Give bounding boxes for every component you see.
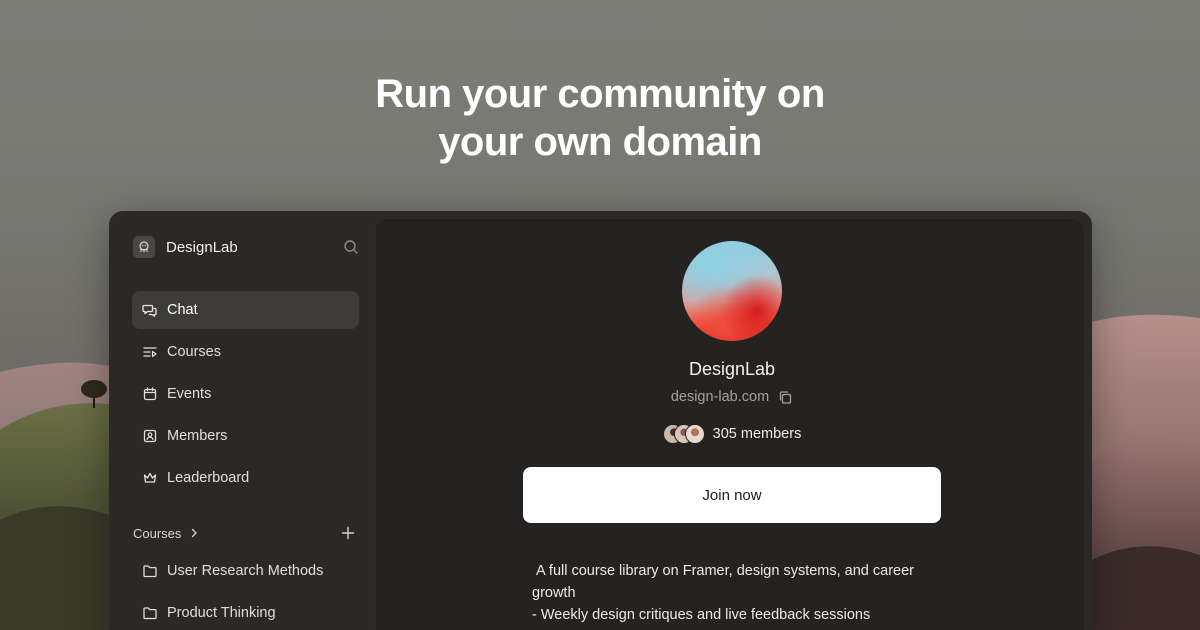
sidebar-item-leaderboard[interactable]: Leaderboard xyxy=(132,459,359,497)
brand-name: DesignLab xyxy=(166,238,238,256)
community-domain[interactable]: design-lab.com xyxy=(671,389,769,405)
sidebar-item-events[interactable]: Events xyxy=(132,375,359,413)
community-panel: DesignLab design-lab.com 305 members Joi… xyxy=(375,218,1085,630)
sidebar-item-label: Events xyxy=(167,386,212,402)
search-icon[interactable] xyxy=(343,239,359,255)
courses-section-header: Courses xyxy=(133,523,355,543)
sidebar-item-chat[interactable]: Chat xyxy=(132,291,359,329)
copy-icon[interactable] xyxy=(778,390,793,405)
sidebar-item-label: Leaderboard xyxy=(167,470,250,486)
plus-icon[interactable] xyxy=(341,526,355,540)
join-now-button[interactable]: Join now xyxy=(523,467,941,523)
hero-title-line-1: Run your community on xyxy=(375,72,825,116)
description-line: - Weekly design critiques and live feedb… xyxy=(532,607,871,623)
hero-title: Run your community on your own domain xyxy=(0,70,1200,166)
sidebar-item-courses[interactable]: Courses xyxy=(132,333,359,371)
community-avatar xyxy=(682,241,782,341)
members-row[interactable]: 305 members xyxy=(375,424,1089,444)
hero-title-line-2: your own domain xyxy=(438,120,762,164)
domain-row: design-lab.com xyxy=(375,389,1089,405)
chat-icon xyxy=(142,304,157,317)
member-avatars xyxy=(662,424,705,444)
calendar-icon xyxy=(143,387,157,401)
brand-logo-icon xyxy=(133,236,155,258)
members-count: 305 members xyxy=(712,426,802,442)
course-item-user-research-methods[interactable]: User Research Methods xyxy=(132,552,359,590)
sidebar: DesignLab Chat Courses Events Members Le… xyxy=(109,211,375,630)
chevron-right-icon[interactable] xyxy=(189,528,199,538)
community-name: DesignLab xyxy=(688,359,776,379)
course-item-label: Product Thinking xyxy=(167,605,276,621)
avatar xyxy=(684,424,705,444)
course-list: User Research Methods Product Thinking xyxy=(132,552,359,630)
folder-icon xyxy=(143,565,157,578)
page: Run your community on your own domain De… xyxy=(0,0,1200,630)
crown-icon xyxy=(143,472,157,483)
folder-icon xyxy=(143,607,157,620)
course-item-label: User Research Methods xyxy=(167,563,324,579)
sidebar-item-label: Chat xyxy=(167,302,198,318)
app-window: DesignLab Chat Courses Events Members Le… xyxy=(109,211,1092,630)
courses-section-title[interactable]: Courses xyxy=(133,526,181,541)
sidebar-item-label: Courses xyxy=(167,344,221,360)
sidebar-item-members[interactable]: Members xyxy=(132,417,359,455)
community-description: A full course library on Framer, design … xyxy=(532,560,952,626)
courses-list-icon xyxy=(143,347,157,358)
brand-row[interactable]: DesignLab xyxy=(133,235,359,259)
description-line: A full course library on Framer, design … xyxy=(532,563,919,601)
member-card-icon xyxy=(143,429,157,443)
course-item-product-thinking[interactable]: Product Thinking xyxy=(132,594,359,630)
sidebar-item-label: Members xyxy=(167,428,228,444)
sidebar-nav: Chat Courses Events Members Leaderboard xyxy=(132,291,359,501)
